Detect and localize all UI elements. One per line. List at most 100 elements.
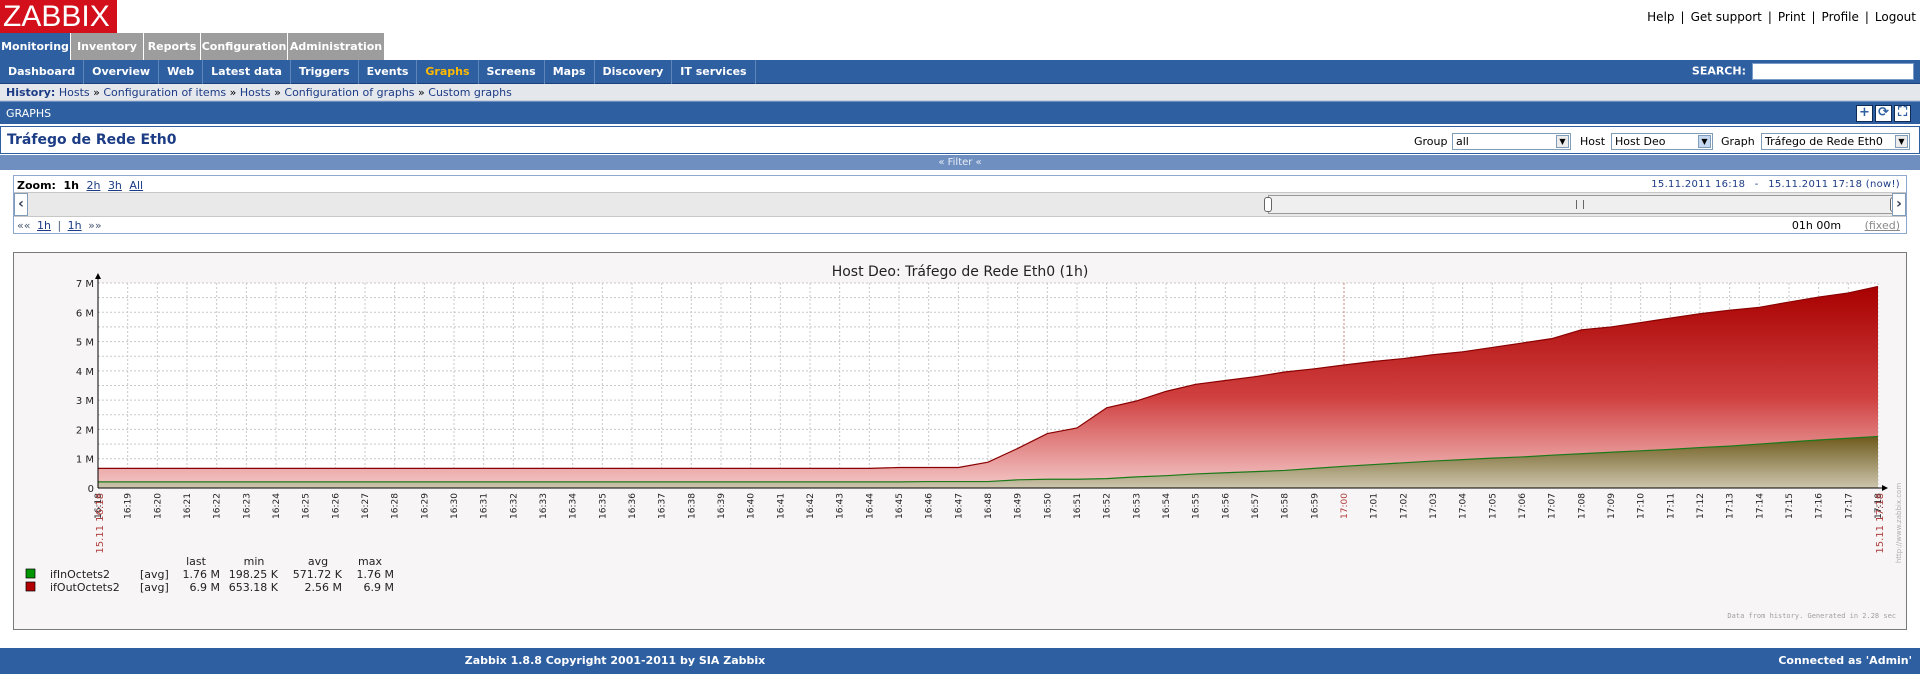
help-link[interactable]: Help xyxy=(1647,10,1674,24)
x-tick-label: 17:17 xyxy=(1844,493,1854,519)
history-separator: » xyxy=(229,86,237,99)
host-label: Host xyxy=(1580,135,1606,148)
header: ZABBIX Help | Get support | Print | Profile | Lo… xyxy=(0,0,1920,33)
x-tick-label: 16:50 xyxy=(1043,493,1053,519)
x-axis-arrow-icon xyxy=(1882,485,1888,491)
host-select[interactable]: Host Deo ▼ xyxy=(1611,133,1713,150)
scroll-left-button[interactable]: ‹ xyxy=(14,193,28,216)
submenu-it-services[interactable]: IT services xyxy=(672,60,756,84)
submenu-graphs[interactable]: Graphs xyxy=(417,60,479,84)
zoom-all[interactable]: All xyxy=(129,179,143,192)
x-tick-label: 16:36 xyxy=(628,493,638,519)
search-input[interactable] xyxy=(1752,63,1914,80)
submenu-events[interactable]: Events xyxy=(359,60,418,84)
x-tick-label: 16:20 xyxy=(153,493,163,519)
legend-header-max: max xyxy=(358,555,382,568)
zoom-controls: Zoom: 1h 2h 3h All xyxy=(17,179,143,192)
slider-grip-icon xyxy=(1576,200,1584,209)
zoom-1h-active[interactable]: 1h xyxy=(63,179,79,192)
x-tick-label: 16:33 xyxy=(539,493,549,519)
x-tick-label: 17:07 xyxy=(1548,493,1558,519)
history-item-custom-graphs[interactable]: Custom graphs xyxy=(428,86,512,99)
x-tick-label: 17:15 xyxy=(1785,493,1795,519)
x-tick-label: 16:44 xyxy=(865,493,875,519)
main-menu-inventory[interactable]: Inventory xyxy=(71,33,143,60)
profile-link[interactable]: Profile xyxy=(1822,10,1859,24)
main-menu-configuration[interactable]: Configuration xyxy=(201,33,287,60)
zabbix-logo[interactable]: ZABBIX xyxy=(0,0,117,33)
submenu-overview[interactable]: Overview xyxy=(84,60,160,84)
legend-value-avg: 571.72 K xyxy=(293,568,343,581)
group-select[interactable]: all ▼ xyxy=(1452,133,1571,150)
x-tick-label: 17:01 xyxy=(1370,493,1380,519)
period-info: 15.11.2011 16:18 - 15.11.2011 17:18 (now… xyxy=(1651,179,1900,190)
filter-toggle[interactable]: « Filter « xyxy=(0,155,1920,170)
submenu-web[interactable]: Web xyxy=(159,60,204,84)
history-item-hosts[interactable]: Hosts xyxy=(59,86,90,99)
x-tick-label: 16:56 xyxy=(1221,493,1231,519)
slider-left-handle[interactable] xyxy=(1264,197,1272,212)
fullscreen-icon[interactable]: ⛶ xyxy=(1894,105,1911,122)
x-tick-label: 17:08 xyxy=(1577,493,1587,519)
x-tick-label: 16:59 xyxy=(1310,493,1320,519)
print-link[interactable]: Print xyxy=(1778,10,1806,24)
legend-series-name: ifInOctets2 xyxy=(50,568,110,581)
period-slider: ‹ › xyxy=(14,192,1906,217)
history-item-hosts-2[interactable]: Hosts xyxy=(240,86,271,99)
main-menu-monitoring[interactable]: Monitoring xyxy=(0,33,70,60)
footer-copyright: Zabbix 1.8.8 Copyright 2001-2011 by SIA … xyxy=(464,654,766,667)
nav-forward-1h[interactable]: 1h xyxy=(68,219,82,232)
submenu-screens[interactable]: Screens xyxy=(479,60,545,84)
history-item-configuration-of-items[interactable]: Configuration of items xyxy=(103,86,226,99)
x-tick-label: 17:12 xyxy=(1696,493,1706,519)
nav-back-icon[interactable]: «« xyxy=(17,219,30,232)
zoom-label: Zoom: xyxy=(17,179,56,192)
period-slider-bar[interactable] xyxy=(1264,195,1898,214)
main-menu-reports[interactable]: Reports xyxy=(144,33,200,60)
section-title: GRAPHS xyxy=(6,107,52,120)
refresh-icon[interactable]: ⟳ xyxy=(1875,105,1892,122)
zoom-2h[interactable]: 2h xyxy=(86,179,100,192)
submenu-latest-data[interactable]: Latest data xyxy=(203,60,291,84)
history-item-configuration-of-graphs[interactable]: Configuration of graphs xyxy=(284,86,414,99)
x-tick-label: 16:27 xyxy=(361,493,371,519)
main-menu: Monitoring Inventory Reports Configurati… xyxy=(0,33,1920,60)
legend-value-last: 1.76 M xyxy=(183,568,220,581)
y-tick-label: 5 M xyxy=(76,338,94,349)
x-tick-label: 16:19 xyxy=(124,493,134,519)
fixed-toggle[interactable]: (fixed) xyxy=(1865,219,1900,232)
submenu-dashboard[interactable]: Dashboard xyxy=(0,60,85,84)
x-tick-label: 16:37 xyxy=(658,493,668,519)
submenu-triggers[interactable]: Triggers xyxy=(291,60,359,84)
scroll-right-button[interactable]: › xyxy=(1892,193,1906,216)
legend-series-name: ifOutOctets2 xyxy=(50,581,120,594)
add-to-favorites-icon[interactable]: + xyxy=(1856,105,1873,122)
legend-header-avg: avg xyxy=(308,555,328,568)
legend-swatch xyxy=(25,581,36,592)
nav-forward-icon[interactable]: »» xyxy=(88,219,101,232)
graph-select[interactable]: Tráfego de Rede Eth0 ▼ xyxy=(1761,133,1910,150)
main-menu-administration[interactable]: Administration xyxy=(288,33,384,60)
period-duration: 01h 00m xyxy=(1791,219,1842,232)
zoom-3h[interactable]: 3h xyxy=(108,179,122,192)
period-dash: - xyxy=(1754,179,1759,190)
x-tick-label: 16:47 xyxy=(954,493,964,519)
submenu-discovery[interactable]: Discovery xyxy=(595,60,673,84)
footer-connected: Connected as 'Admin' xyxy=(1778,654,1912,667)
legend-value-last: 6.9 M xyxy=(190,581,220,594)
x-edge-label-start: 15.11 16:18 xyxy=(95,493,106,554)
x-tick-label: 16:58 xyxy=(1281,493,1291,519)
x-tick-label: 16:49 xyxy=(1014,493,1024,519)
x-tick-label: 16:26 xyxy=(331,493,341,519)
nav-back-1h[interactable]: 1h xyxy=(37,219,51,232)
separator: | xyxy=(1767,10,1772,24)
x-tick-label: 17:14 xyxy=(1755,493,1765,519)
get-support-link[interactable]: Get support xyxy=(1691,10,1762,24)
logout-link[interactable]: Logout xyxy=(1875,10,1916,24)
submenu-maps[interactable]: Maps xyxy=(545,60,595,84)
x-tick-label: 16:41 xyxy=(776,493,786,519)
history-breadcrumb: History: Hosts » Configuration of items … xyxy=(0,84,1920,101)
legend-swatch xyxy=(25,568,36,579)
x-tick-label: 17:03 xyxy=(1429,493,1439,519)
period-to: 15.11.2011 17:18 xyxy=(1768,179,1863,190)
